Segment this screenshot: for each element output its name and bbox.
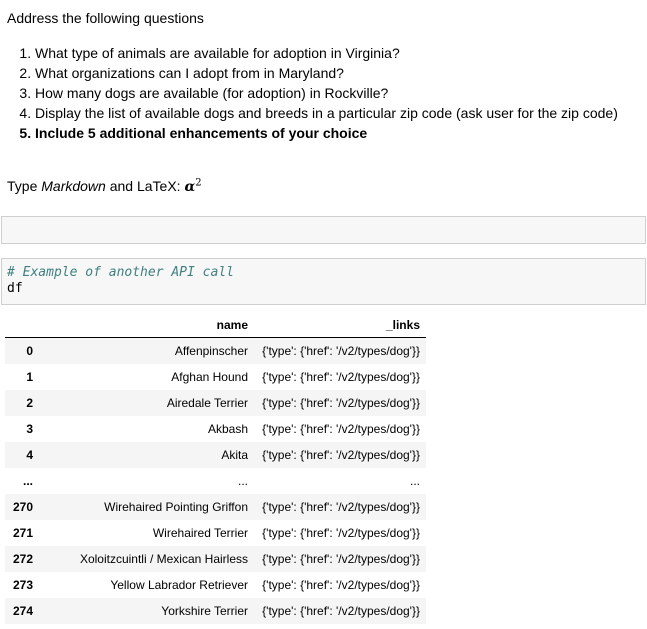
cell-links: {'type': {'href': '/v2/types/dog'}} (262, 370, 420, 384)
table-row: 1 Afghan Hound {'type': {'href': '/v2/ty… (5, 364, 426, 390)
table-row: 274 Yorkshire Terrier {'type': {'href': … (5, 598, 426, 624)
markdown-intro: Address the following questions (7, 10, 204, 26)
cell-links: {'type': {'href': '/v2/types/dog'}} (262, 552, 420, 566)
cell-links: {'type': {'href': '/v2/types/dog'}} (262, 344, 420, 358)
table-row: 0 Affenpinscher {'type': {'href': '/v2/t… (5, 337, 426, 364)
cell-name: Akbash (207, 422, 248, 436)
row-index: 274 (12, 604, 33, 618)
cell-name: Wirehaired Terrier (152, 526, 248, 540)
cell-name: Xoloitzcuintli / Mexican Hairless (79, 552, 248, 566)
column-header-links: _links (254, 312, 426, 338)
cell-name: Akita (221, 448, 248, 462)
cell-name: Wirehaired Pointing Griffon (104, 500, 248, 514)
column-header-name: name (47, 312, 254, 338)
markdown-cell-questions[interactable]: Address the following questions What typ… (7, 10, 642, 143)
cell-name: Yellow Labrador Retriever (110, 578, 248, 592)
cell-name: Airedale Terrier (166, 396, 248, 410)
cell-name-ellipsis: ... (237, 474, 248, 488)
question-list: What type of animals are available for a… (7, 43, 642, 143)
placeholder-middle: and LaTeX: (105, 178, 185, 194)
math-superscript: 2 (195, 177, 202, 189)
table-row: 4 Akita {'type': {'href': '/v2/types/dog… (5, 442, 426, 468)
dataframe-output: name _links 0 Affenpinscher {'type': {'h… (5, 312, 426, 624)
code-cell-api-call[interactable]: # Example of another API call df (1, 258, 646, 305)
table-row: 3 Akbash {'type': {'href': '/v2/types/do… (5, 416, 426, 442)
row-index: 270 (12, 500, 33, 514)
question-5: Include 5 additional enhancements of you… (35, 123, 642, 143)
empty-code-cell[interactable] (1, 216, 646, 244)
table-row: 270 Wirehaired Pointing Griffon {'type':… (5, 494, 426, 520)
dataframe-header-row: name _links (5, 312, 426, 338)
row-index: 271 (12, 526, 33, 540)
cell-links: {'type': {'href': '/v2/types/dog'}} (262, 526, 420, 540)
table-row: 271 Wirehaired Terrier {'type': {'href':… (5, 520, 426, 546)
question-2: What organizations can I adopt from in M… (35, 63, 642, 83)
math-alpha-symbol: α (184, 179, 196, 195)
cell-links: {'type': {'href': '/v2/types/dog'}} (262, 422, 420, 436)
cell-name: Affenpinscher (174, 344, 248, 358)
code-line-df: df (7, 281, 23, 296)
row-index: 1 (26, 370, 33, 384)
question-3: How many dogs are available (for adoptio… (35, 83, 642, 103)
placeholder-prefix: Type (7, 178, 42, 194)
row-index: 4 (26, 448, 33, 462)
row-index: 0 (26, 344, 33, 358)
row-index-ellipsis: ... (22, 474, 33, 488)
cell-links: {'type': {'href': '/v2/types/dog'}} (262, 578, 420, 592)
row-index: 273 (12, 578, 33, 592)
table-row-ellipsis: ... ... ... (5, 468, 426, 494)
table-row: 272 Xoloitzcuintli / Mexican Hairless {'… (5, 546, 426, 572)
row-index: 3 (26, 422, 33, 436)
markdown-placeholder-cell[interactable]: Type Markdown and LaTeX: α2 (7, 176, 202, 197)
cell-links-ellipsis: ... (409, 474, 420, 488)
question-4: Display the list of available dogs and b… (35, 103, 642, 123)
cell-name: Yorkshire Terrier (161, 604, 248, 618)
code-comment: # Example of another API call (7, 265, 234, 280)
row-index: 272 (12, 552, 33, 566)
table-row: 2 Airedale Terrier {'type': {'href': '/v… (5, 390, 426, 416)
row-index: 2 (26, 396, 33, 410)
cell-links: {'type': {'href': '/v2/types/dog'}} (262, 448, 420, 462)
cell-links: {'type': {'href': '/v2/types/dog'}} (262, 500, 420, 514)
question-1: What type of animals are available for a… (35, 43, 642, 63)
cell-links: {'type': {'href': '/v2/types/dog'}} (262, 604, 420, 618)
table-row: 273 Yellow Labrador Retriever {'type': {… (5, 572, 426, 598)
cell-name: Afghan Hound (171, 370, 248, 384)
placeholder-markdown-word: Markdown (41, 178, 106, 194)
index-header (5, 312, 47, 338)
cell-links: {'type': {'href': '/v2/types/dog'}} (262, 396, 420, 410)
